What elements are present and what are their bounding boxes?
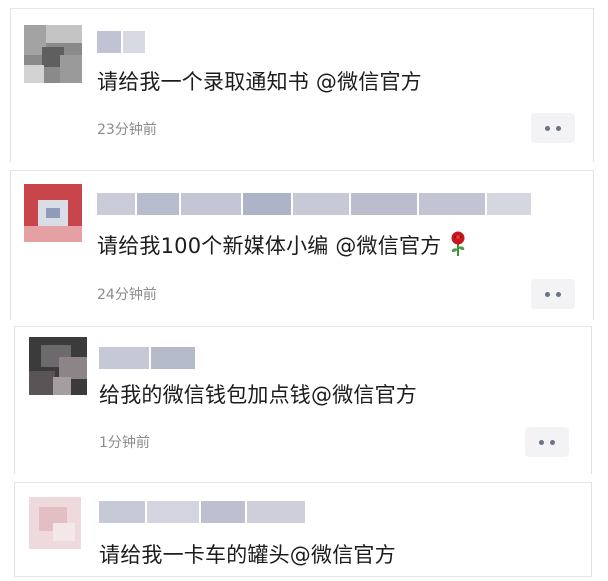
more-dots-icon bbox=[556, 291, 561, 297]
comment-card-2: 请给我100个新媒体小编 @微信官方 24分钟前 bbox=[10, 170, 594, 320]
comment-text: 请给我100个新媒体小编 @微信官方 bbox=[97, 230, 469, 262]
more-options-button[interactable] bbox=[531, 113, 575, 143]
comment-text: 请给我一个录取通知书 @微信官方 bbox=[97, 70, 422, 94]
more-dots-icon bbox=[556, 125, 561, 131]
comment-text: 给我的微信钱包加点钱@微信官方 bbox=[99, 383, 417, 407]
username-blurred[interactable] bbox=[97, 193, 531, 215]
comment-time: 23分钟前 bbox=[97, 122, 157, 138]
avatar[interactable] bbox=[29, 497, 81, 549]
username-blurred[interactable] bbox=[99, 501, 305, 523]
comment-card-4: 请给我一卡车的罐头@微信官方 bbox=[14, 482, 592, 577]
more-options-button[interactable] bbox=[525, 427, 569, 457]
comment-time: 24分钟前 bbox=[97, 287, 157, 303]
more-dots-icon bbox=[545, 125, 550, 131]
more-dots-icon bbox=[539, 439, 544, 445]
username-blurred[interactable] bbox=[99, 347, 195, 369]
comment-text-content: 请给我100个新媒体小编 @微信官方 bbox=[97, 234, 442, 258]
comment-card-1: 请给我一个录取通知书 @微信官方 23分钟前 bbox=[10, 8, 594, 162]
avatar[interactable] bbox=[29, 337, 87, 395]
avatar[interactable] bbox=[24, 184, 82, 242]
avatar[interactable] bbox=[24, 25, 82, 83]
comment-time: 1分钟前 bbox=[99, 435, 150, 451]
username-blurred[interactable] bbox=[97, 31, 145, 53]
comment-card-3: 给我的微信钱包加点钱@微信官方 1分钟前 bbox=[14, 326, 592, 474]
comment-text: 请给我一卡车的罐头@微信官方 bbox=[99, 543, 396, 567]
more-options-button[interactable] bbox=[531, 279, 575, 309]
more-dots-icon bbox=[550, 439, 555, 445]
more-dots-icon bbox=[545, 291, 550, 297]
rose-icon bbox=[447, 231, 469, 262]
